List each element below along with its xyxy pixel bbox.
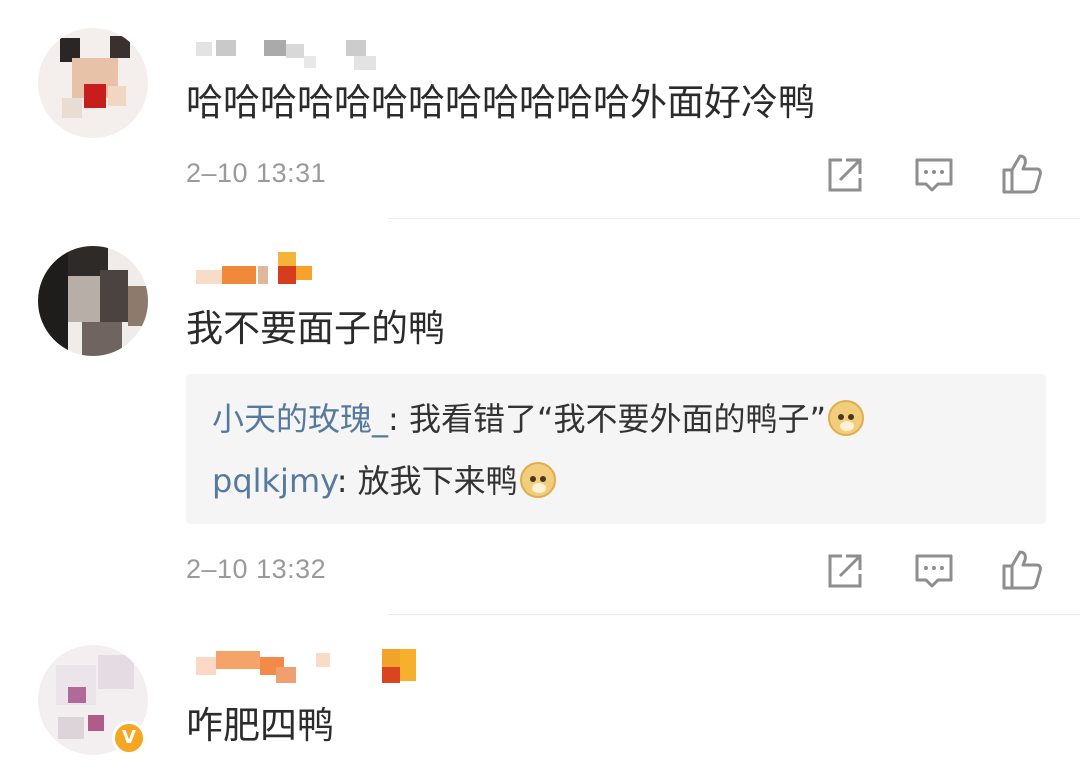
share-icon[interactable] — [824, 548, 872, 596]
comment-icon[interactable] — [912, 548, 960, 596]
comment-actions — [820, 152, 1050, 202]
reply-text: 放我下来鸭 — [357, 462, 518, 500]
reply-box[interactable]: 小天的玫瑰_: 我看错了“我不要外面的鸭子” pqlkjmy: 放我下来鸭 — [186, 374, 1046, 524]
username-blurred[interactable] — [186, 248, 446, 288]
comment-timestamp: 2–10 13:31 — [186, 158, 327, 188]
comment-text: 咋肥四鸭 — [186, 704, 334, 747]
comment-item: V 咋肥四鸭 — [0, 615, 1080, 771]
comment-timestamp: 2–10 13:32 — [186, 554, 327, 584]
reply-item: 小天的玫瑰_: 我看错了“我不要外面的鸭子” — [212, 398, 865, 440]
comment-icon[interactable] — [912, 152, 960, 200]
comment-actions — [820, 548, 1050, 598]
comment-text: 哈哈哈哈哈哈哈哈哈哈哈哈外面好冷鸭 — [186, 81, 815, 124]
username-blurred[interactable] — [186, 34, 446, 74]
doge-emoji — [828, 400, 865, 436]
doge-emoji — [519, 462, 556, 498]
share-icon[interactable] — [824, 152, 872, 200]
comment-item: 我不要面子的鸭 小天的玫瑰_: 我看错了“我不要外面的鸭子” pqlkjmy: … — [0, 220, 1080, 615]
reply-item: pqlkjmy: 放我下来鸭 — [212, 460, 556, 502]
reply-separator: : — [336, 462, 358, 500]
like-icon[interactable] — [1000, 548, 1048, 596]
username-blurred[interactable] — [186, 645, 446, 685]
reply-text: 我看错了“我不要外面的鸭子” — [408, 400, 827, 438]
comment-text: 我不要面子的鸭 — [186, 307, 445, 350]
verified-badge-icon: V — [112, 721, 146, 755]
avatar[interactable] — [38, 246, 148, 356]
reply-separator: : — [388, 400, 409, 438]
like-icon[interactable] — [1000, 152, 1048, 200]
comment-item: 哈哈哈哈哈哈哈哈哈哈哈哈外面好冷鸭 2–10 13:31 — [0, 0, 1080, 220]
divider — [388, 218, 1080, 219]
avatar[interactable] — [38, 28, 148, 138]
reply-username[interactable]: 小天的玫瑰_ — [212, 400, 388, 438]
reply-username[interactable]: pqlkjmy — [212, 462, 337, 500]
